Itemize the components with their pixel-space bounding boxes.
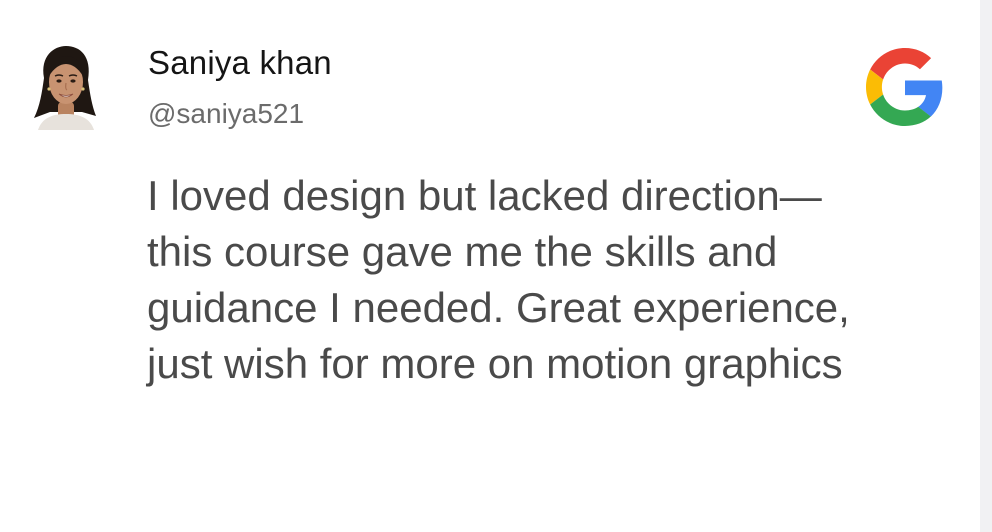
review-text: I loved design but lacked direction— thi… [147, 168, 967, 392]
reviewer-handle: @saniya521 [148, 98, 305, 129]
google-icon [866, 48, 944, 126]
review-line: guidance I needed. Great experience, [147, 284, 850, 331]
card-edge [980, 0, 992, 532]
review-line: I loved design but lacked direction— [147, 172, 822, 219]
avatar [30, 42, 100, 130]
reviewer-name: Saniya khan [148, 44, 332, 81]
review-card: Saniya khan @saniya521 I loved design bu… [0, 0, 980, 532]
review-line: this course gave me the skills and [147, 228, 778, 275]
review-line: just wish for more on motion graphics [147, 340, 843, 387]
